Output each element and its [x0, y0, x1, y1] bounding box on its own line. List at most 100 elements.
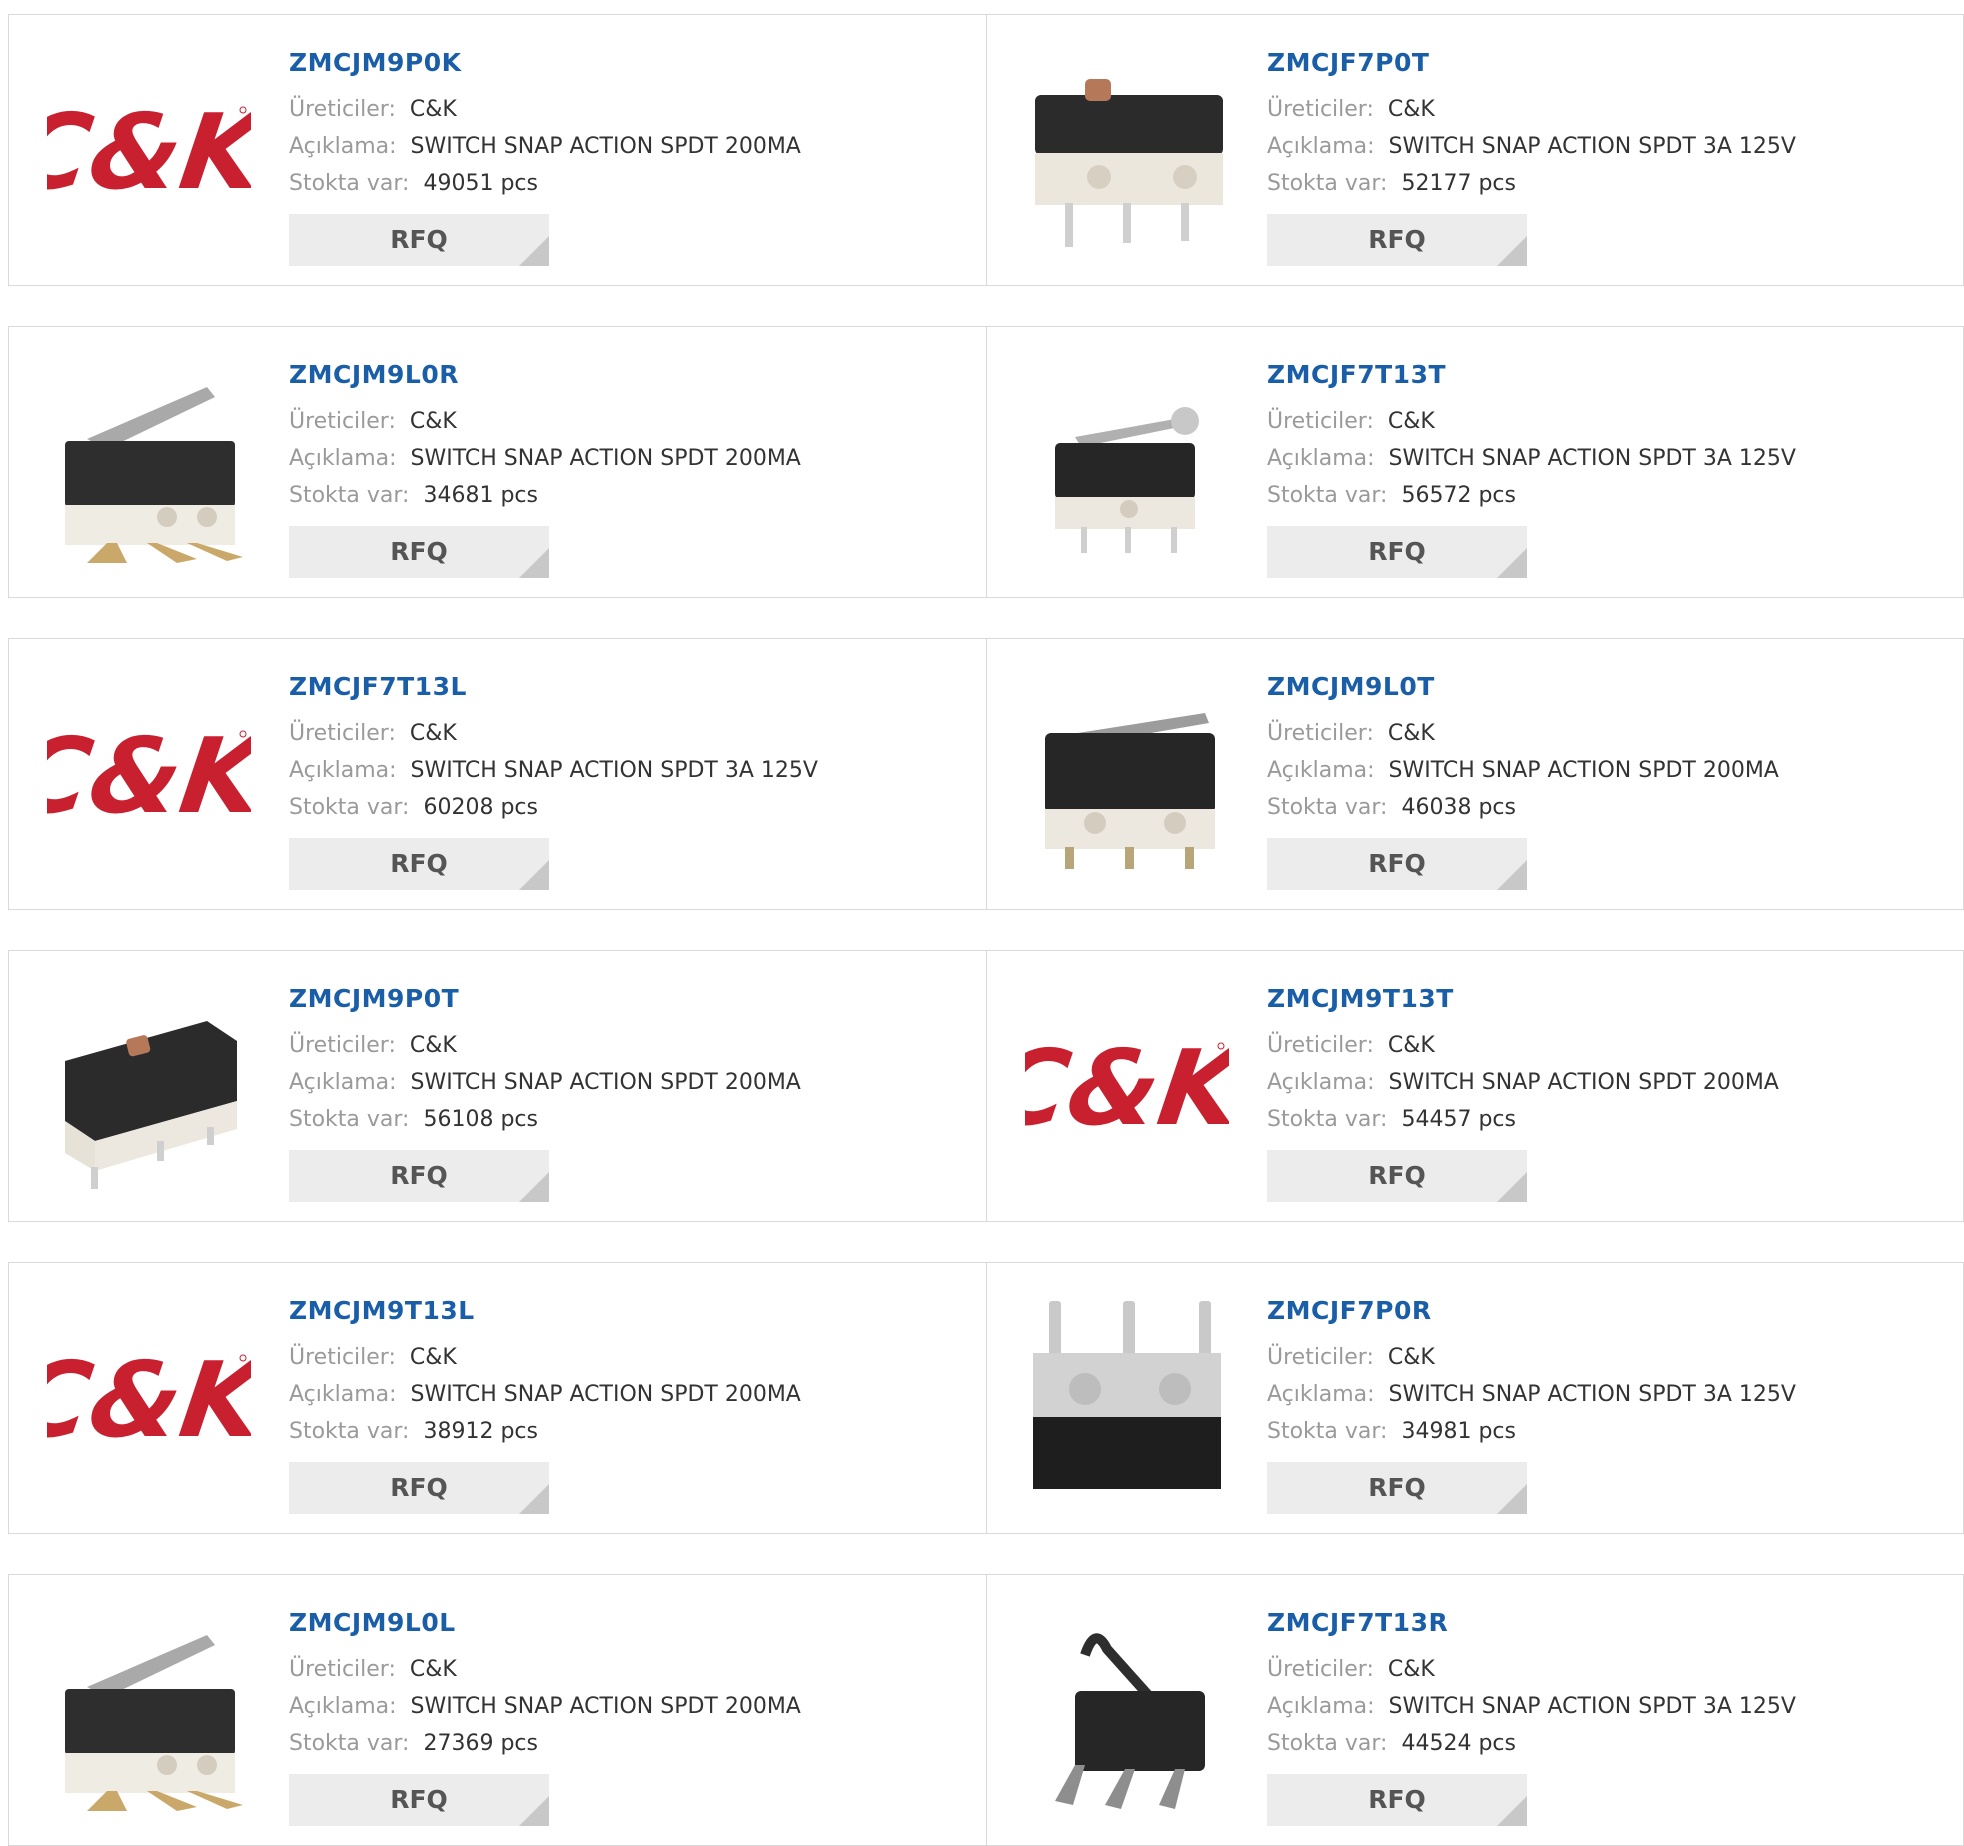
product-info: ZMCJF7T13T Üreticiler: C&K Açıklama: SWITCH …: [1267, 357, 1947, 578]
part-number-link[interactable]: ZMCJM9L0L: [289, 1605, 969, 1641]
description-label: Açıklama:: [289, 1382, 397, 1407]
stock-value: 27369 pcs: [423, 1731, 538, 1756]
part-number-link[interactable]: ZMCJF7P0T: [1267, 45, 1947, 81]
manufacturer-value: C&K: [409, 1033, 457, 1058]
stock-label: Stokta var:: [1267, 1419, 1388, 1444]
product-image[interactable]: C&K: [47, 669, 251, 879]
rfq-button[interactable]: RFQ: [1267, 1774, 1527, 1826]
rfq-label: RFQ: [1368, 1785, 1426, 1814]
switch-bottom-view-icon: [1025, 1293, 1229, 1503]
manufacturer-value: C&K: [1387, 1345, 1435, 1370]
product-info: ZMCJM9L0R Üreticiler: C&K Açıklama: SWITCH S…: [289, 357, 969, 578]
corner-triangle-icon: [519, 236, 549, 266]
product-info: ZMCJF7P0R Üreticiler: C&K Açıklama: SWITCH S…: [1267, 1293, 1947, 1514]
manufacturer-label: Üreticiler:: [1267, 1033, 1374, 1058]
product-image[interactable]: [1025, 45, 1229, 255]
product-image[interactable]: C&K: [47, 45, 251, 255]
description-value: SWITCH SNAP ACTION SPDT 3A 125V: [1388, 1694, 1796, 1719]
rfq-button[interactable]: RFQ: [289, 1150, 549, 1202]
stock-line: Stokta var: 49051 pcs: [289, 165, 969, 202]
product-image[interactable]: [47, 357, 251, 567]
product-card: C&K ZMCJM9P0K Üreticiler: C&K Açıklama: SWIT…: [9, 15, 986, 285]
description-value: SWITCH SNAP ACTION SPDT 200MA: [410, 446, 801, 471]
rfq-label: RFQ: [390, 1161, 448, 1190]
manufacturer-value: C&K: [409, 1345, 457, 1370]
part-number-link[interactable]: ZMCJM9L0R: [289, 357, 969, 393]
rfq-button[interactable]: RFQ: [1267, 526, 1527, 578]
description-line: Açıklama: SWITCH SNAP ACTION SPDT 200MA: [289, 1688, 969, 1725]
product-row: ZMCJM9L0L Üreticiler: C&K Açıklama: SWITCH S…: [8, 1574, 1964, 1846]
part-number-link[interactable]: ZMCJM9T13L: [289, 1293, 969, 1329]
rfq-button[interactable]: RFQ: [289, 1774, 549, 1826]
product-info: ZMCJM9T13L Üreticiler: C&K Açıklama: SWITCH …: [289, 1293, 969, 1514]
product-card: ZMCJF7T13R Üreticiler: C&K Açıklama: SWITCH …: [986, 1575, 1963, 1845]
part-number-link[interactable]: ZMCJF7P0R: [1267, 1293, 1947, 1329]
stock-value: 49051 pcs: [423, 171, 538, 196]
product-card: ZMCJF7T13T Üreticiler: C&K Açıklama: SWITCH …: [986, 327, 1963, 597]
part-number-link[interactable]: ZMCJM9P0T: [289, 981, 969, 1017]
part-number-link[interactable]: ZMCJM9L0T: [1267, 669, 1947, 705]
stock-line: Stokta var: 34681 pcs: [289, 477, 969, 514]
product-image[interactable]: [47, 981, 251, 1191]
switch-hook-lever-icon: [1025, 1605, 1229, 1815]
product-image[interactable]: [1025, 669, 1229, 879]
product-card: ZMCJM9L0R Üreticiler: C&K Açıklama: SWITCH S…: [9, 327, 986, 597]
manufacturer-value: C&K: [1387, 721, 1435, 746]
svg-text:C&K: C&K: [47, 1339, 251, 1458]
rfq-label: RFQ: [390, 849, 448, 878]
manufacturer-line: Üreticiler: C&K: [289, 1339, 969, 1376]
part-number-link[interactable]: ZMCJF7T13L: [289, 669, 969, 705]
product-card: ZMCJM9L0T Üreticiler: C&K Açıklama: SWITCH S…: [986, 639, 1963, 909]
rfq-label: RFQ: [390, 537, 448, 566]
stock-label: Stokta var:: [1267, 171, 1388, 196]
rfq-button[interactable]: RFQ: [1267, 1150, 1527, 1202]
rfq-button[interactable]: RFQ: [289, 1462, 549, 1514]
stock-value: 56108 pcs: [423, 1107, 538, 1132]
description-label: Açıklama:: [1267, 1070, 1375, 1095]
description-line: Açıklama: SWITCH SNAP ACTION SPDT 3A 125V: [1267, 1688, 1947, 1725]
product-image[interactable]: [1025, 357, 1229, 567]
ck-logo-icon: C&K: [47, 1338, 251, 1458]
stock-value: 34681 pcs: [423, 483, 538, 508]
description-value: SWITCH SNAP ACTION SPDT 200MA: [410, 134, 801, 159]
product-image[interactable]: C&K: [1025, 981, 1229, 1191]
product-grid: C&K ZMCJM9P0K Üreticiler: C&K Açıklama: SWIT…: [0, 0, 1964, 1846]
rfq-button[interactable]: RFQ: [289, 838, 549, 890]
stock-label: Stokta var:: [289, 1731, 410, 1756]
manufacturer-line: Üreticiler: C&K: [1267, 91, 1947, 128]
manufacturer-value: C&K: [409, 97, 457, 122]
stock-value: 34981 pcs: [1401, 1419, 1516, 1444]
description-value: SWITCH SNAP ACTION SPDT 200MA: [410, 1382, 801, 1407]
product-image[interactable]: [1025, 1293, 1229, 1503]
manufacturer-value: C&K: [1387, 1657, 1435, 1682]
stock-line: Stokta var: 54457 pcs: [1267, 1101, 1947, 1138]
stock-value: 60208 pcs: [423, 795, 538, 820]
description-value: SWITCH SNAP ACTION SPDT 200MA: [410, 1694, 801, 1719]
part-number-link[interactable]: ZMCJF7T13R: [1267, 1605, 1947, 1641]
corner-triangle-icon: [519, 1172, 549, 1202]
product-card: ZMCJM9P0T Üreticiler: C&K Açıklama: SWITCH S…: [9, 951, 986, 1221]
description-label: Açıklama:: [1267, 446, 1375, 471]
rfq-button[interactable]: RFQ: [289, 214, 549, 266]
description-value: SWITCH SNAP ACTION SPDT 200MA: [410, 1070, 801, 1095]
ck-logo-icon: C&K: [1025, 1026, 1229, 1146]
description-line: Açıklama: SWITCH SNAP ACTION SPDT 200MA: [289, 1064, 969, 1101]
product-image[interactable]: C&K: [47, 1293, 251, 1503]
rfq-button[interactable]: RFQ: [1267, 214, 1527, 266]
corner-triangle-icon: [1497, 860, 1527, 890]
product-image[interactable]: [1025, 1605, 1229, 1815]
product-info: ZMCJM9L0L Üreticiler: C&K Açıklama: SWITCH S…: [289, 1605, 969, 1826]
stock-label: Stokta var:: [1267, 483, 1388, 508]
part-number-link[interactable]: ZMCJF7T13T: [1267, 357, 1947, 393]
part-number-link[interactable]: ZMCJM9T13T: [1267, 981, 1947, 1017]
product-row: ZMCJM9L0R Üreticiler: C&K Açıklama: SWITCH S…: [8, 326, 1964, 598]
product-image[interactable]: [47, 1605, 251, 1815]
corner-triangle-icon: [1497, 1484, 1527, 1514]
part-number-link[interactable]: ZMCJM9P0K: [289, 45, 969, 81]
rfq-button[interactable]: RFQ: [289, 526, 549, 578]
product-info: ZMCJF7T13L Üreticiler: C&K Açıklama: SWITCH …: [289, 669, 969, 890]
manufacturer-label: Üreticiler:: [1267, 1657, 1374, 1682]
rfq-button[interactable]: RFQ: [1267, 1462, 1527, 1514]
rfq-button[interactable]: RFQ: [1267, 838, 1527, 890]
stock-line: Stokta var: 52177 pcs: [1267, 165, 1947, 202]
